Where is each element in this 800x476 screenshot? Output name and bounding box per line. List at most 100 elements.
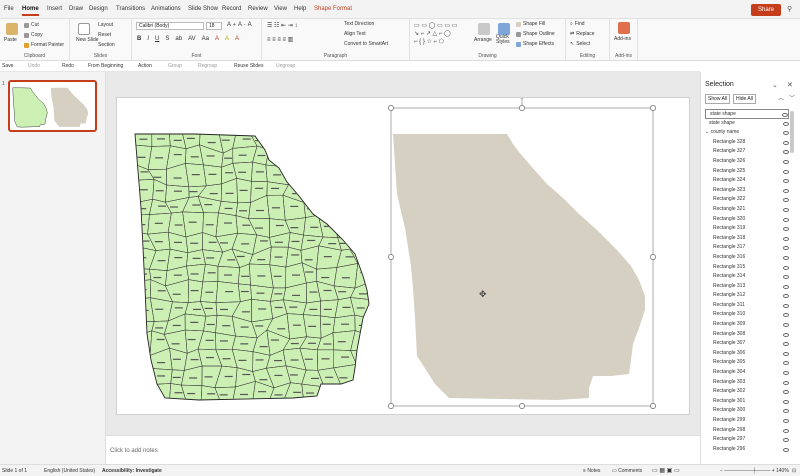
notes-pane[interactable]: Click to add notes: [106, 435, 700, 464]
cut-button[interactable]: Cut: [24, 22, 39, 28]
eye-icon[interactable]: [783, 351, 789, 356]
new-slide-button[interactable]: New Slide: [76, 37, 99, 43]
redo-button[interactable]: Redo: [62, 63, 74, 69]
eye-icon[interactable]: [782, 113, 788, 117]
selection-list-item[interactable]: Rectangle 298: [705, 426, 789, 436]
selection-list-item[interactable]: Rectangle 328: [705, 138, 789, 148]
state-shape[interactable]: [393, 134, 645, 400]
chevron-down-icon[interactable]: ⌄: [772, 81, 778, 89]
eye-icon[interactable]: [783, 188, 789, 193]
tab-draw[interactable]: Draw: [69, 6, 83, 12]
tab-record[interactable]: Record: [222, 6, 241, 12]
eye-icon[interactable]: [783, 217, 789, 222]
selection-list-item[interactable]: Rectangle 296: [705, 445, 789, 455]
notes-button[interactable]: ≡ Notes: [583, 468, 600, 474]
regroup-button[interactable]: Regroup: [198, 63, 217, 69]
fit-slide-icon[interactable]: ⊡: [792, 468, 796, 474]
selection-list-item[interactable]: Rectangle 317: [705, 243, 789, 253]
eye-icon[interactable]: [783, 284, 789, 289]
copy-button[interactable]: Copy: [24, 32, 43, 38]
layout-button[interactable]: Layout: [98, 22, 113, 28]
selection-list-item[interactable]: Rectangle 299: [705, 416, 789, 426]
list-buttons[interactable]: ☰ ☷ ⇤ ⇥ ↕: [267, 22, 297, 29]
zoom-level[interactable]: 140%: [776, 468, 789, 474]
quick-styles-button[interactable]: Quick Styles: [496, 35, 510, 45]
eye-icon[interactable]: [783, 227, 789, 232]
selection-list-item[interactable]: Rectangle 310: [705, 310, 789, 320]
selection-list-item[interactable]: Rectangle 312: [705, 291, 789, 301]
tab-transitions[interactable]: Transitions: [116, 6, 145, 12]
selection-list-item[interactable]: Rectangle 309: [705, 320, 789, 330]
replace-button[interactable]: ⇄ Replace: [570, 31, 595, 37]
convert-smartart-button[interactable]: Convert to SmartArt: [344, 41, 388, 47]
selection-list-item[interactable]: Rectangle 302: [705, 387, 789, 397]
selection-list-item[interactable]: Rectangle 301: [705, 397, 789, 407]
eye-icon[interactable]: [783, 438, 789, 443]
eye-icon[interactable]: [783, 294, 789, 299]
eye-icon[interactable]: [783, 255, 789, 260]
selection-list-item[interactable]: Rectangle 304: [705, 368, 789, 378]
select-button[interactable]: ↖ Select: [570, 41, 590, 47]
eye-icon[interactable]: [783, 342, 789, 347]
slide[interactable]: ✥: [116, 89, 690, 415]
tab-help[interactable]: Help: [294, 6, 306, 12]
save-button[interactable]: Save: [2, 63, 13, 69]
action-button[interactable]: Action: [138, 63, 152, 69]
shape-effects-button[interactable]: Shape Effects: [516, 41, 554, 47]
selection-list-item[interactable]: Rectangle 314: [705, 272, 789, 282]
ungroup-button[interactable]: Ungroup: [276, 63, 295, 69]
selection-list-item[interactable]: Rectangle 318: [705, 234, 789, 244]
selection-list-item[interactable]: Rectangle 313: [705, 282, 789, 292]
eye-icon[interactable]: [783, 409, 789, 414]
selection-list-item[interactable]: Rectangle 297: [705, 435, 789, 445]
county-map[interactable]: [134, 132, 371, 402]
eye-icon[interactable]: [783, 121, 789, 126]
eye-icon[interactable]: [783, 361, 789, 366]
font-size-field[interactable]: 18: [206, 22, 222, 30]
selection-list-item[interactable]: Rectangle 307: [705, 339, 789, 349]
eye-icon[interactable]: [783, 313, 789, 318]
tab-shape-format[interactable]: Shape Format: [314, 6, 352, 12]
eye-icon[interactable]: [783, 323, 789, 328]
tab-slide-show[interactable]: Slide Show: [188, 6, 218, 12]
share-button[interactable]: Share: [751, 4, 781, 16]
selection-list-item[interactable]: Rectangle 315: [705, 263, 789, 273]
reset-button[interactable]: Reset: [98, 32, 111, 38]
align-text-button[interactable]: Align Text: [344, 31, 366, 37]
section-button[interactable]: Section: [98, 42, 115, 48]
selection-list-item[interactable]: Rectangle 327: [705, 147, 789, 157]
feedback-icon[interactable]: ⚲: [787, 5, 792, 13]
tab-file[interactable]: File: [4, 6, 14, 12]
eye-icon[interactable]: [783, 332, 789, 337]
tab-design[interactable]: Design: [89, 6, 108, 12]
eye-icon[interactable]: [783, 150, 789, 155]
bring-forward-icon[interactable]: ︿: [778, 93, 784, 102]
selection-list-item[interactable]: state shape: [705, 119, 789, 129]
selection-list-item[interactable]: Rectangle 325: [705, 167, 789, 177]
selection-list-item[interactable]: Rectangle 324: [705, 176, 789, 186]
eye-icon[interactable]: [783, 390, 789, 395]
selection-list-item[interactable]: state shape: [705, 109, 789, 119]
view-buttons[interactable]: ▭ ▦ ▣ ▭: [652, 467, 680, 474]
selection-list-item[interactable]: Rectangle 320: [705, 215, 789, 225]
hide-all-button[interactable]: Hide All: [733, 94, 756, 104]
eye-icon[interactable]: [783, 275, 789, 280]
show-all-button[interactable]: Show All: [705, 94, 731, 104]
eye-icon[interactable]: [783, 179, 789, 184]
font-name-field[interactable]: Calibri (Body): [136, 22, 204, 30]
eye-icon[interactable]: [783, 380, 789, 385]
selection-list-item[interactable]: Rectangle 316: [705, 253, 789, 263]
selection-list-item[interactable]: ⌄ county name: [705, 128, 789, 138]
find-button[interactable]: ⌕ Find: [570, 21, 585, 27]
tab-insert[interactable]: Insert: [47, 6, 62, 12]
selection-list-item[interactable]: Rectangle 326: [705, 157, 789, 167]
shape-outline-button[interactable]: Shape Outline: [516, 31, 555, 37]
group-button[interactable]: Group: [168, 63, 182, 69]
selection-list-item[interactable]: Rectangle 300: [705, 406, 789, 416]
comments-button[interactable]: ▭ Comments: [612, 468, 642, 474]
language-indicator[interactable]: English (United States): [44, 468, 95, 474]
eye-icon[interactable]: [783, 303, 789, 308]
selection-list-item[interactable]: Rectangle 322: [705, 195, 789, 205]
selection-scrollbar[interactable]: [790, 111, 794, 153]
from-beginning-button[interactable]: From Beginning: [88, 63, 123, 69]
